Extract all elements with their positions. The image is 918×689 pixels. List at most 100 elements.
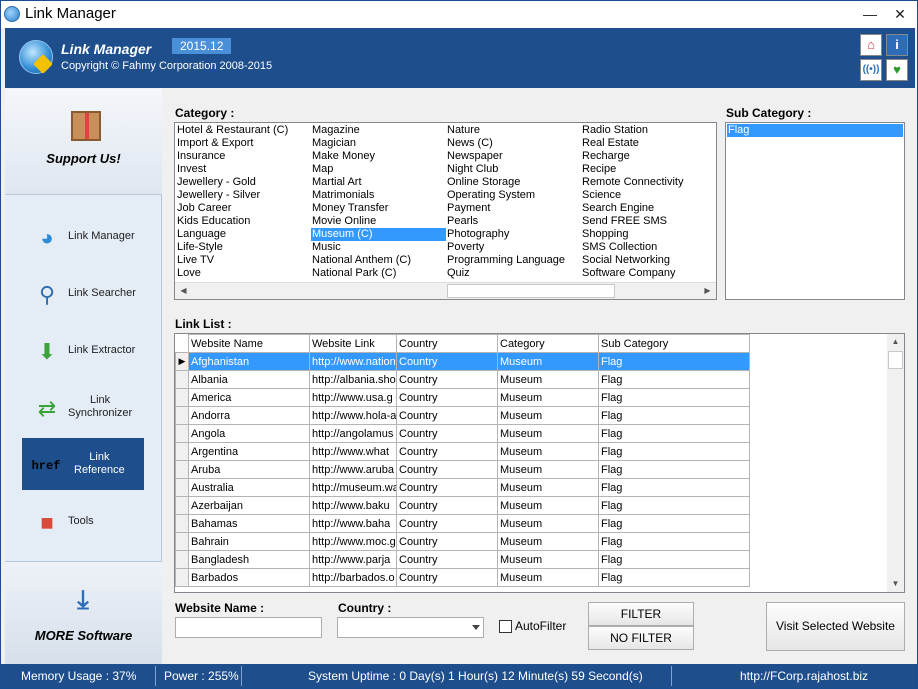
category-item[interactable]: Online Storage (446, 176, 581, 189)
table-cell[interactable]: Museum (497, 406, 599, 425)
link-list-grid[interactable]: Website Name Website Link Country Catego… (174, 333, 905, 593)
table-cell[interactable]: Aruba (188, 460, 310, 479)
table-cell[interactable]: http://www.nation (309, 352, 397, 371)
category-item[interactable]: Payment (446, 202, 581, 215)
category-item[interactable]: Search Engine (581, 202, 716, 215)
table-cell[interactable]: Angola (188, 424, 310, 443)
column-header-sub-category[interactable]: Sub Category (598, 334, 750, 353)
table-cell[interactable]: Country (396, 370, 498, 389)
scroll-down-icon[interactable]: ▼ (887, 576, 904, 592)
category-item[interactable]: National Park (C) (311, 267, 446, 280)
table-cell[interactable]: Country (396, 424, 498, 443)
table-cell[interactable]: Museum (497, 568, 599, 587)
row-header[interactable] (175, 550, 189, 569)
grid-vertical-scrollbar[interactable]: ▲ ▼ (887, 334, 904, 592)
table-cell[interactable]: http://albania.sho (309, 370, 397, 389)
row-pointer-icon[interactable]: ▶ (175, 352, 189, 371)
sidebar-item-link-reference[interactable]: href Link Reference (22, 438, 144, 490)
category-item[interactable]: Hotel & Restaurant (C) (176, 124, 311, 137)
category-item[interactable]: Science (581, 189, 716, 202)
table-cell[interactable]: Afghanistan (188, 352, 310, 371)
row-header[interactable] (175, 424, 189, 443)
table-cell[interactable]: http://museum.wa (309, 478, 397, 497)
category-item[interactable]: Remote Connectivity (581, 176, 716, 189)
table-row[interactable]: Bahrain http://www.moc.g Country Museum Flag (175, 532, 750, 551)
category-item[interactable]: National Anthem (C) (311, 254, 446, 267)
category-item[interactable]: Newspaper (446, 150, 581, 163)
scroll-right-icon[interactable]: ▶ (699, 283, 716, 299)
table-cell[interactable]: Museum (497, 442, 599, 461)
scroll-left-icon[interactable]: ◀ (175, 283, 192, 299)
table-cell[interactable]: Flag (598, 388, 750, 407)
table-cell[interactable]: Australia (188, 478, 310, 497)
table-cell[interactable]: Albania (188, 370, 310, 389)
table-cell[interactable]: Country (396, 460, 498, 479)
category-item[interactable]: Recipe (581, 163, 716, 176)
category-item[interactable]: Radio Station (581, 124, 716, 137)
category-item[interactable]: Import & Export (176, 137, 311, 150)
table-cell[interactable]: Country (396, 406, 498, 425)
table-cell[interactable]: Flag (598, 568, 750, 587)
table-row[interactable]: Andorra http://www.hola-a Country Museum Fla… (175, 406, 750, 425)
table-cell[interactable]: Flag (598, 550, 750, 569)
table-cell[interactable]: Flag (598, 496, 750, 515)
column-header-website-link[interactable]: Website Link (309, 334, 397, 353)
row-header[interactable] (175, 568, 189, 587)
table-cell[interactable]: Flag (598, 424, 750, 443)
table-row[interactable]: Aruba http://www.aruba Country Museum Flag (175, 460, 750, 479)
sidebar-item-link-manager[interactable]: ◕ Link Manager (22, 210, 144, 262)
table-cell[interactable]: http://www.what (309, 442, 397, 461)
scroll-thumb[interactable] (888, 351, 903, 369)
no-filter-button[interactable]: NO FILTER (588, 626, 694, 650)
table-cell[interactable]: http://www.hola-a (309, 406, 397, 425)
autofilter-checkbox[interactable] (499, 620, 512, 633)
table-cell[interactable]: Flag (598, 478, 750, 497)
website-url-status[interactable]: http://FCorp.rajahost.biz (740, 669, 868, 683)
scroll-thumb[interactable] (447, 284, 615, 298)
row-header[interactable] (175, 532, 189, 551)
table-cell[interactable]: Country (396, 388, 498, 407)
table-row[interactable]: ▶ Afghanistan http://www.nation Country Muse… (175, 352, 750, 371)
category-horizontal-scrollbar[interactable]: ◀ ▶ (175, 282, 716, 299)
category-item[interactable]: Job Career (176, 202, 311, 215)
table-cell[interactable]: Bangladesh (188, 550, 310, 569)
row-header[interactable] (175, 370, 189, 389)
table-cell[interactable]: Country (396, 568, 498, 587)
category-item[interactable]: Martial Art (311, 176, 446, 189)
category-item[interactable]: Magazine (311, 124, 446, 137)
table-cell[interactable]: Andorra (188, 406, 310, 425)
table-cell[interactable]: http://www.moc.g (309, 532, 397, 551)
category-item[interactable]: Money Transfer (311, 202, 446, 215)
row-header[interactable] (175, 460, 189, 479)
table-cell[interactable]: Museum (497, 460, 599, 479)
table-cell[interactable]: Flag (598, 406, 750, 425)
category-item[interactable]: Jewellery - Gold (176, 176, 311, 189)
support-us-button[interactable]: Support Us! (5, 89, 162, 195)
category-item[interactable]: Jewellery - Silver (176, 189, 311, 202)
table-row[interactable]: Bahamas http://www.baha Country Museum Flag (175, 514, 750, 533)
table-cell[interactable]: America (188, 388, 310, 407)
column-header-country[interactable]: Country (396, 334, 498, 353)
table-cell[interactable]: Museum (497, 532, 599, 551)
category-item[interactable]: Make Money (311, 150, 446, 163)
category-item[interactable]: Shopping (581, 228, 716, 241)
table-cell[interactable]: Museum (497, 352, 599, 371)
table-cell[interactable]: Barbados (188, 568, 310, 587)
sidebar-item-link-searcher[interactable]: ⚲ Link Searcher (22, 267, 144, 319)
category-item[interactable]: Night Club (446, 163, 581, 176)
category-item[interactable]: Map (311, 163, 446, 176)
website-name-input[interactable] (175, 617, 322, 638)
category-item[interactable]: Music (311, 241, 446, 254)
row-header[interactable] (175, 514, 189, 533)
row-header[interactable] (175, 388, 189, 407)
table-cell[interactable]: Flag (598, 514, 750, 533)
table-row[interactable]: Argentina http://www.what Country Museum Fla… (175, 442, 750, 461)
table-cell[interactable]: Flag (598, 352, 750, 371)
category-item[interactable]: Photography (446, 228, 581, 241)
heart-plus-icon[interactable]: ♥ (886, 59, 908, 81)
table-row[interactable]: America http://www.usa.g Country Museum Flag (175, 388, 750, 407)
subcategory-item[interactable]: Flag (727, 124, 903, 137)
category-item[interactable]: Social Networking (581, 254, 716, 267)
category-item[interactable]: Software Company (581, 267, 716, 280)
filter-button[interactable]: FILTER (588, 602, 694, 626)
